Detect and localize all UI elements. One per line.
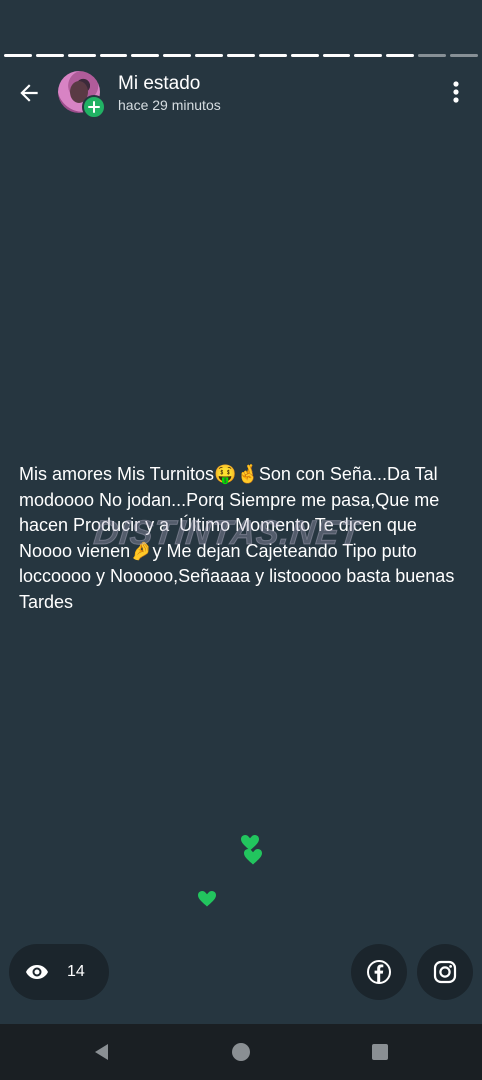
- more-vertical-icon: [453, 81, 459, 103]
- watermark: DISTINTAS.NET: [92, 514, 364, 553]
- progress-segment: [35, 54, 64, 57]
- progress-segment: [386, 54, 415, 57]
- progress-segment: [418, 54, 447, 57]
- progress-segment: [290, 54, 319, 57]
- back-button[interactable]: [14, 78, 44, 108]
- progress-segment: [195, 54, 224, 57]
- plus-icon: [88, 101, 100, 113]
- timestamp: hace 29 minutos: [118, 97, 221, 113]
- views-button[interactable]: 14: [9, 944, 109, 1000]
- share-facebook-button[interactable]: [351, 944, 407, 1000]
- heart-icon: [198, 891, 216, 907]
- instagram-icon: [433, 960, 457, 984]
- square-recents-icon: [372, 1044, 388, 1060]
- progress-segment: [227, 54, 255, 57]
- progress-segment: [163, 54, 192, 57]
- progress-segment: [258, 54, 287, 57]
- progress-segment: [322, 54, 351, 57]
- progress-segment: [450, 54, 478, 57]
- facebook-icon: [367, 960, 391, 984]
- progress-segment: [99, 54, 128, 57]
- more-options-button[interactable]: [444, 80, 468, 104]
- page-title: Mi estado: [118, 73, 201, 94]
- progress-segment: [4, 54, 32, 57]
- triangle-back-icon: [95, 1044, 108, 1060]
- share-instagram-button[interactable]: [417, 944, 473, 1000]
- eye-icon: [26, 965, 48, 979]
- arrow-left-icon: [20, 84, 38, 102]
- nav-recents-button[interactable]: [368, 1040, 392, 1064]
- views-count: 14: [67, 963, 85, 980]
- story-progress-bar: [4, 54, 478, 57]
- heart-icon: [244, 849, 262, 865]
- nav-back-button[interactable]: [90, 1040, 114, 1064]
- progress-segment: [354, 54, 383, 57]
- circle-home-icon: [232, 1043, 250, 1061]
- progress-segment: [131, 54, 160, 57]
- system-navigation-bar: [0, 1024, 482, 1080]
- add-status-button[interactable]: [82, 95, 106, 119]
- nav-home-button[interactable]: [229, 1040, 253, 1064]
- progress-segment: [67, 54, 96, 57]
